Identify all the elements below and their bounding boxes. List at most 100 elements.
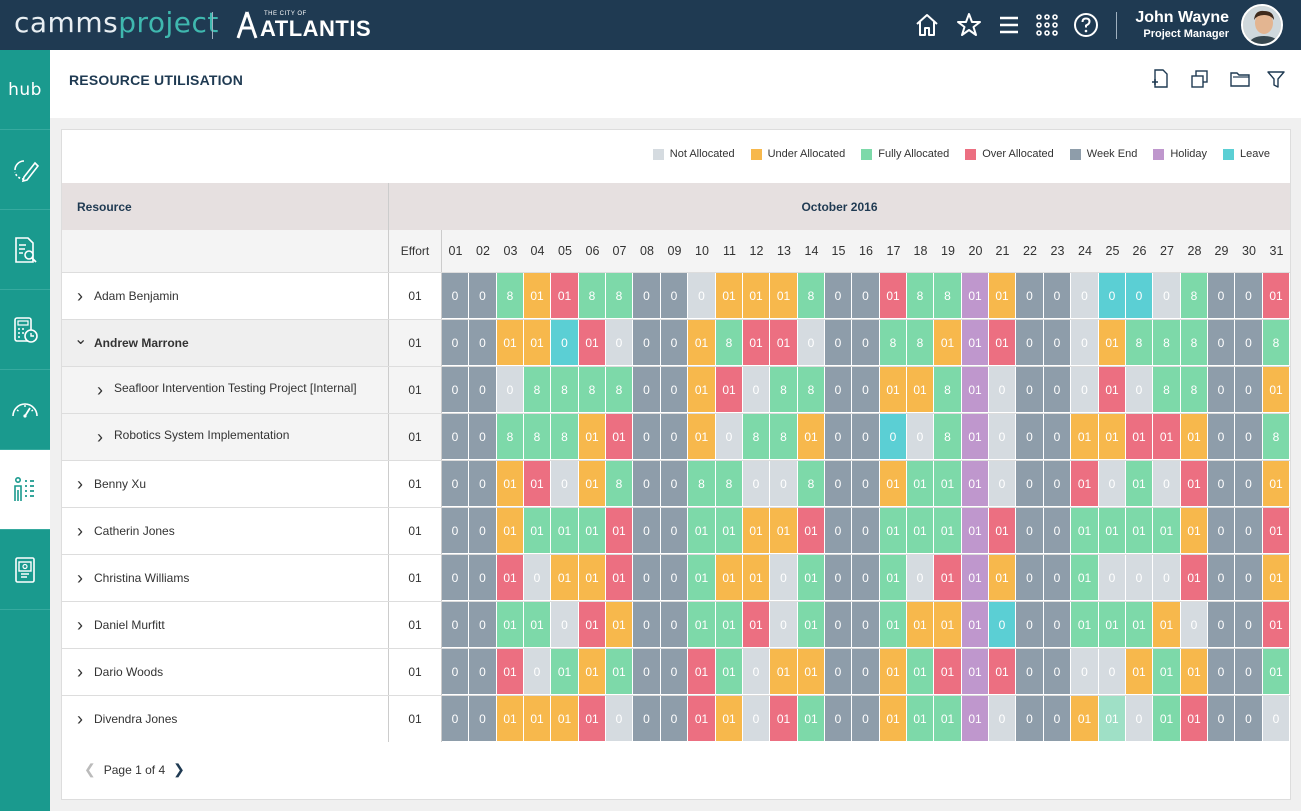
allocation-cell[interactable]: 0 <box>442 461 469 507</box>
allocation-cell[interactable]: 01 <box>1181 508 1208 554</box>
copy-icon[interactable] <box>1189 68 1211 90</box>
allocation-cell[interactable]: 0 <box>1235 367 1263 413</box>
allocation-cell[interactable]: 01 <box>798 555 825 601</box>
allocation-cell[interactable]: 0 <box>1126 696 1153 742</box>
allocation-cell[interactable]: 0 <box>852 320 880 366</box>
allocation-cell[interactable]: 0 <box>852 367 880 413</box>
allocation-cell[interactable]: 0 <box>469 320 497 366</box>
allocation-cell[interactable]: 01 <box>743 508 770 554</box>
sidebar-item-resources[interactable] <box>0 450 50 530</box>
allocation-cell[interactable]: 01 <box>934 508 962 554</box>
allocation-cell[interactable]: 8 <box>770 367 798 413</box>
folder-icon[interactable] <box>1229 68 1251 90</box>
allocation-cell[interactable]: 01 <box>716 649 743 695</box>
allocation-cell[interactable]: 0 <box>852 508 880 554</box>
allocation-cell[interactable]: 0 <box>469 696 497 742</box>
allocation-cell[interactable]: 0 <box>469 508 497 554</box>
allocation-cell[interactable]: 01 <box>524 320 551 366</box>
allocation-cell[interactable]: 0 <box>1235 602 1263 648</box>
resource-name-cell[interactable]: › Benny Xu <box>62 461 389 507</box>
allocation-cell[interactable]: 01 <box>1126 649 1153 695</box>
allocation-cell[interactable]: 0 <box>907 555 934 601</box>
allocation-cell[interactable]: 0 <box>716 414 743 460</box>
allocation-cell[interactable]: 01 <box>688 555 716 601</box>
allocation-cell[interactable]: 01 <box>579 414 606 460</box>
sidebar-item-hub[interactable]: hub <box>0 50 50 130</box>
allocation-cell[interactable]: 01 <box>907 367 934 413</box>
allocation-cell[interactable]: 0 <box>989 367 1016 413</box>
allocation-cell[interactable]: 01 <box>1126 414 1153 460</box>
allocation-cell[interactable]: 01 <box>1071 555 1099 601</box>
allocation-cell[interactable]: 0 <box>524 649 551 695</box>
allocation-cell[interactable]: 01 <box>907 602 934 648</box>
allocation-cell[interactable]: 0 <box>1016 273 1044 319</box>
allocation-cell[interactable]: 01 <box>798 414 825 460</box>
allocation-cell[interactable]: 0 <box>907 414 934 460</box>
chevron-right-icon[interactable]: › <box>94 380 106 401</box>
allocation-cell[interactable]: 01 <box>497 508 524 554</box>
allocation-cell[interactable]: 0 <box>1153 555 1181 601</box>
allocation-cell[interactable]: 01 <box>798 602 825 648</box>
allocation-cell[interactable]: 01 <box>524 461 551 507</box>
allocation-cell[interactable]: 0 <box>825 555 852 601</box>
allocation-cell[interactable]: 01 <box>579 461 606 507</box>
allocation-cell[interactable]: 0 <box>524 555 551 601</box>
allocation-cell[interactable]: 01 <box>606 414 633 460</box>
sidebar-item-documents[interactable] <box>0 530 50 610</box>
allocation-cell[interactable]: 01 <box>770 508 798 554</box>
allocation-cell[interactable]: 0 <box>852 555 880 601</box>
allocation-cell[interactable]: 01 <box>989 273 1016 319</box>
allocation-cell[interactable]: 01 <box>551 696 579 742</box>
allocation-cell[interactable]: 0 <box>743 461 770 507</box>
allocation-cell[interactable]: 01 <box>1181 555 1208 601</box>
chevron-right-icon[interactable]: › <box>74 521 86 542</box>
allocation-cell[interactable]: 0 <box>825 273 852 319</box>
allocation-cell[interactable]: 01 <box>934 320 962 366</box>
allocation-cell[interactable]: 0 <box>442 649 469 695</box>
allocation-cell[interactable]: 0 <box>1016 461 1044 507</box>
table-row[interactable]: › Seafloor Intervention Testing Project [… <box>62 366 1290 413</box>
table-row[interactable]: › Robotics System Implementation 01 0 0 8 8 8 01… <box>62 413 1290 460</box>
allocation-cell[interactable]: 0 <box>880 414 907 460</box>
allocation-cell[interactable]: 0 <box>825 508 852 554</box>
allocation-cell[interactable]: 01 <box>934 555 962 601</box>
allocation-cell[interactable]: 01 <box>1126 461 1153 507</box>
allocation-cell[interactable]: 0 <box>469 414 497 460</box>
allocation-cell[interactable]: 8 <box>798 273 825 319</box>
allocation-cell[interactable]: 0 <box>442 320 469 366</box>
allocation-cell[interactable]: 01 <box>579 508 606 554</box>
allocation-cell[interactable]: 0 <box>1044 649 1071 695</box>
allocation-cell[interactable]: 01 <box>1099 320 1126 366</box>
allocation-cell[interactable]: 01 <box>688 696 716 742</box>
allocation-cell[interactable]: 8 <box>524 367 551 413</box>
allocation-cell[interactable]: 0 <box>633 555 661 601</box>
allocation-cell[interactable]: 0 <box>442 367 469 413</box>
allocation-cell[interactable]: 01 <box>962 508 989 554</box>
allocation-cell[interactable]: 01 <box>497 320 524 366</box>
allocation-cell[interactable]: 01 <box>962 555 989 601</box>
allocation-cell[interactable]: 0 <box>1235 508 1263 554</box>
allocation-cell[interactable]: 0 <box>442 696 469 742</box>
allocation-cell[interactable]: 01 <box>1181 649 1208 695</box>
allocation-cell[interactable]: 01 <box>907 649 934 695</box>
allocation-cell[interactable]: 01 <box>1099 508 1126 554</box>
allocation-cell[interactable]: 01 <box>1263 508 1290 554</box>
allocation-cell[interactable]: 0 <box>1208 508 1235 554</box>
allocation-cell[interactable]: 8 <box>798 461 825 507</box>
allocation-cell[interactable]: 8 <box>1263 414 1290 460</box>
allocation-cell[interactable]: 8 <box>1153 367 1181 413</box>
allocation-cell[interactable]: 0 <box>606 320 633 366</box>
sidebar-item-reports[interactable] <box>0 210 50 290</box>
star-icon[interactable] <box>956 12 982 38</box>
allocation-cell[interactable]: 0 <box>1044 602 1071 648</box>
allocation-cell[interactable]: 8 <box>934 273 962 319</box>
allocation-cell[interactable]: 01 <box>524 273 551 319</box>
allocation-cell[interactable]: 0 <box>633 414 661 460</box>
allocation-cell[interactable]: 0 <box>852 273 880 319</box>
allocation-cell[interactable]: 0 <box>1208 602 1235 648</box>
sidebar-item-dashboard[interactable] <box>0 370 50 450</box>
chevron-right-icon[interactable]: › <box>74 662 86 683</box>
allocation-cell[interactable]: 01 <box>989 320 1016 366</box>
sidebar-item-timesheet[interactable] <box>0 290 50 370</box>
table-row[interactable]: › Benny Xu 01 0 0 01 01 0 01 8 0 0 8 8 0 0 8 0 0 01 01 01 01 0 0… <box>62 460 1290 507</box>
